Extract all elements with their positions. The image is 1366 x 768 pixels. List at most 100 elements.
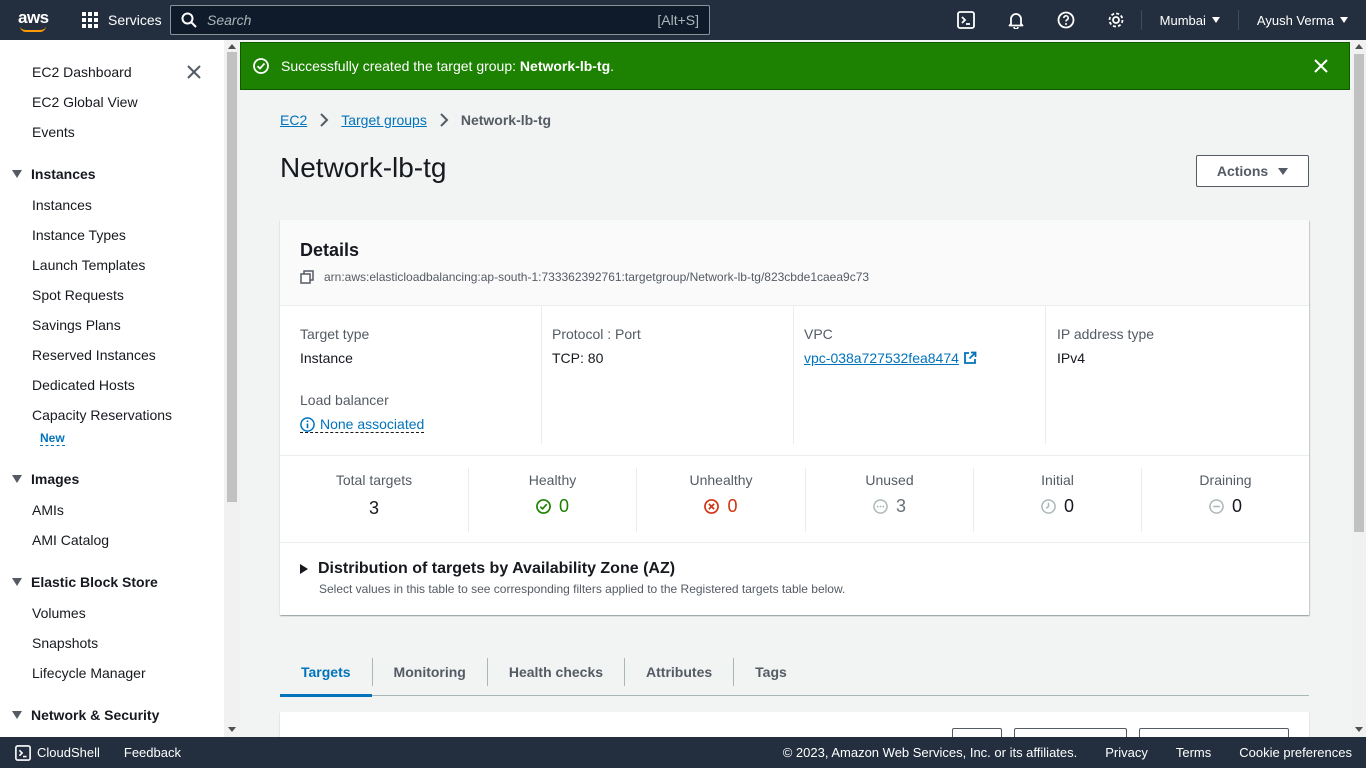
tab-health-checks[interactable]: Health checks (488, 648, 624, 696)
stat-number[interactable]: 0 (1064, 496, 1074, 517)
cloudshell-label: CloudShell (37, 745, 100, 760)
settings-button[interactable] (1091, 0, 1141, 40)
sidebar-item-lifecycle-manager[interactable]: Lifecycle Manager (32, 665, 146, 681)
feedback-link[interactable]: Feedback (124, 745, 181, 760)
dots-circle-icon (873, 499, 888, 514)
caret-down-icon (1211, 17, 1220, 23)
search-input[interactable]: Search [Alt+S] (170, 5, 710, 35)
vpc-link[interactable]: vpc-038a727532fea8474 (804, 350, 977, 366)
stat-number[interactable]: 3 (896, 496, 906, 517)
stat-number: 3 (368, 498, 379, 518)
cloudshell-button[interactable] (941, 0, 991, 40)
vpc-value: vpc-038a727532fea8474 (804, 350, 959, 366)
stat-value: 3 (280, 498, 468, 519)
info-icon (300, 416, 315, 432)
services-menu-button[interactable]: Services (82, 12, 162, 28)
account-menu[interactable]: Ayush Verma (1239, 13, 1366, 28)
az-distribution-subtitle: Select values in this table to see corre… (319, 582, 846, 596)
region-selector[interactable]: Mumbai (1142, 13, 1238, 28)
refresh-button[interactable] (952, 728, 1002, 737)
search-shortcut: [Alt+S] (657, 12, 699, 28)
breadcrumb-target-groups[interactable]: Target groups (341, 112, 427, 128)
terminal-icon (956, 11, 975, 29)
sidebar-item-dedicated-hosts[interactable]: Dedicated Hosts (32, 377, 135, 393)
actions-button[interactable]: Actions (1196, 155, 1309, 187)
help-icon (1057, 11, 1075, 29)
caret-right-icon (300, 564, 308, 574)
expand-icon (12, 711, 22, 719)
sidebar-item-ec2-dashboard[interactable]: EC2 Dashboard (32, 64, 132, 80)
stat-number[interactable]: 0 (727, 496, 737, 517)
sidebar-item-savings-plans[interactable]: Savings Plans (32, 317, 121, 333)
scroll-up-icon[interactable] (228, 44, 236, 49)
stat-total-targets: Total targets 3 (280, 468, 469, 532)
sidebar-item-spot-requests[interactable]: Spot Requests (32, 287, 124, 303)
sidebar-item-instances[interactable]: Instances (32, 197, 92, 213)
stat-value: 0 (974, 496, 1141, 517)
stat-label: Total targets (335, 472, 413, 488)
terms-link[interactable]: Terms (1176, 745, 1211, 760)
aws-logo[interactable]: aws (16, 5, 56, 35)
detail-col-protocol: Protocol : Port TCP: 80 (542, 306, 794, 444)
sidebar-item-launch-templates[interactable]: Launch Templates (32, 257, 145, 273)
stat-value: 0 (1142, 496, 1309, 517)
load-balancer-value[interactable]: None associated (300, 416, 425, 433)
scroll-up-icon[interactable] (1355, 44, 1363, 49)
register-targets-button[interactable] (1139, 728, 1289, 737)
stat-healthy: Healthy 0 (469, 468, 637, 532)
close-icon[interactable] (1313, 58, 1329, 74)
sidebar-section-instances[interactable]: Instances (12, 166, 96, 182)
tab-targets[interactable]: Targets (280, 648, 372, 697)
minus-circle-icon (1209, 499, 1224, 514)
detail-col-vpc: VPC vpc-038a727532fea8474 (794, 306, 1046, 444)
x-circle-icon (704, 499, 720, 514)
section-title: Elastic Block Store (31, 574, 158, 590)
bell-icon (1008, 13, 1024, 29)
chevron-right-icon (440, 113, 449, 127)
az-distribution-title: Distribution of targets by Availability … (318, 560, 676, 577)
sidebar-scrollbar[interactable] (224, 40, 240, 737)
main-scrollbar[interactable] (1352, 40, 1366, 737)
sidebar-item-capacity-reservations[interactable]: Capacity Reservations (32, 407, 172, 423)
scroll-down-icon[interactable] (1355, 727, 1363, 732)
close-icon[interactable] (186, 64, 202, 80)
tab-attributes[interactable]: Attributes (625, 648, 733, 696)
sidebar-section-network-security[interactable]: Network & Security (12, 707, 159, 723)
breadcrumb-ec2[interactable]: EC2 (280, 112, 307, 128)
flash-suffix: . (610, 58, 615, 74)
caret-down-icon (1278, 167, 1289, 175)
scroll-down-icon[interactable] (228, 727, 236, 732)
details-panel: Details arn:aws:elasticloadbalancing:ap-… (280, 220, 1309, 615)
sidebar-item-instance-types[interactable]: Instance Types (32, 227, 126, 243)
sidebar-item-amis[interactable]: AMIs (32, 502, 64, 518)
cookie-preferences-link[interactable]: Cookie preferences (1239, 745, 1352, 760)
sidebar-item-reserved-instances[interactable]: Reserved Instances (32, 347, 156, 363)
tab-monitoring[interactable]: Monitoring (373, 648, 487, 696)
privacy-link[interactable]: Privacy (1105, 745, 1148, 760)
help-button[interactable] (1041, 0, 1091, 40)
aws-smile-icon (20, 26, 46, 32)
copy-icon[interactable] (300, 270, 314, 284)
notifications-button[interactable] (991, 0, 1041, 40)
sidebar-item-volumes[interactable]: Volumes (32, 605, 86, 621)
caret-down-icon (1340, 17, 1348, 23)
sidebar-scroll-thumb[interactable] (227, 52, 237, 502)
main-scroll-thumb[interactable] (1354, 54, 1364, 532)
tab-tags[interactable]: Tags (734, 648, 808, 696)
stat-number[interactable]: 0 (559, 496, 569, 517)
footer: CloudShell Feedback © 2023, Amazon Web S… (0, 737, 1366, 768)
stat-number[interactable]: 0 (1232, 496, 1242, 517)
terminal-icon (15, 744, 31, 761)
sidebar-item-ec2-global-view[interactable]: EC2 Global View (32, 94, 138, 110)
stat-initial: Initial 0 (974, 468, 1142, 532)
stat-draining: Draining 0 (1142, 468, 1309, 532)
sidebar-section-images[interactable]: Images (12, 471, 79, 487)
az-distribution-toggle[interactable]: Distribution of targets by Availability … (300, 560, 845, 578)
cloudshell-footer-button[interactable]: CloudShell (15, 744, 100, 761)
deregister-button[interactable] (1014, 728, 1127, 737)
chevron-right-icon (320, 113, 329, 127)
sidebar-item-snapshots[interactable]: Snapshots (32, 635, 98, 651)
sidebar-section-elastic-block-store[interactable]: Elastic Block Store (12, 574, 158, 590)
sidebar-item-ami-catalog[interactable]: AMI Catalog (32, 532, 109, 548)
sidebar-item-events[interactable]: Events (32, 124, 75, 140)
